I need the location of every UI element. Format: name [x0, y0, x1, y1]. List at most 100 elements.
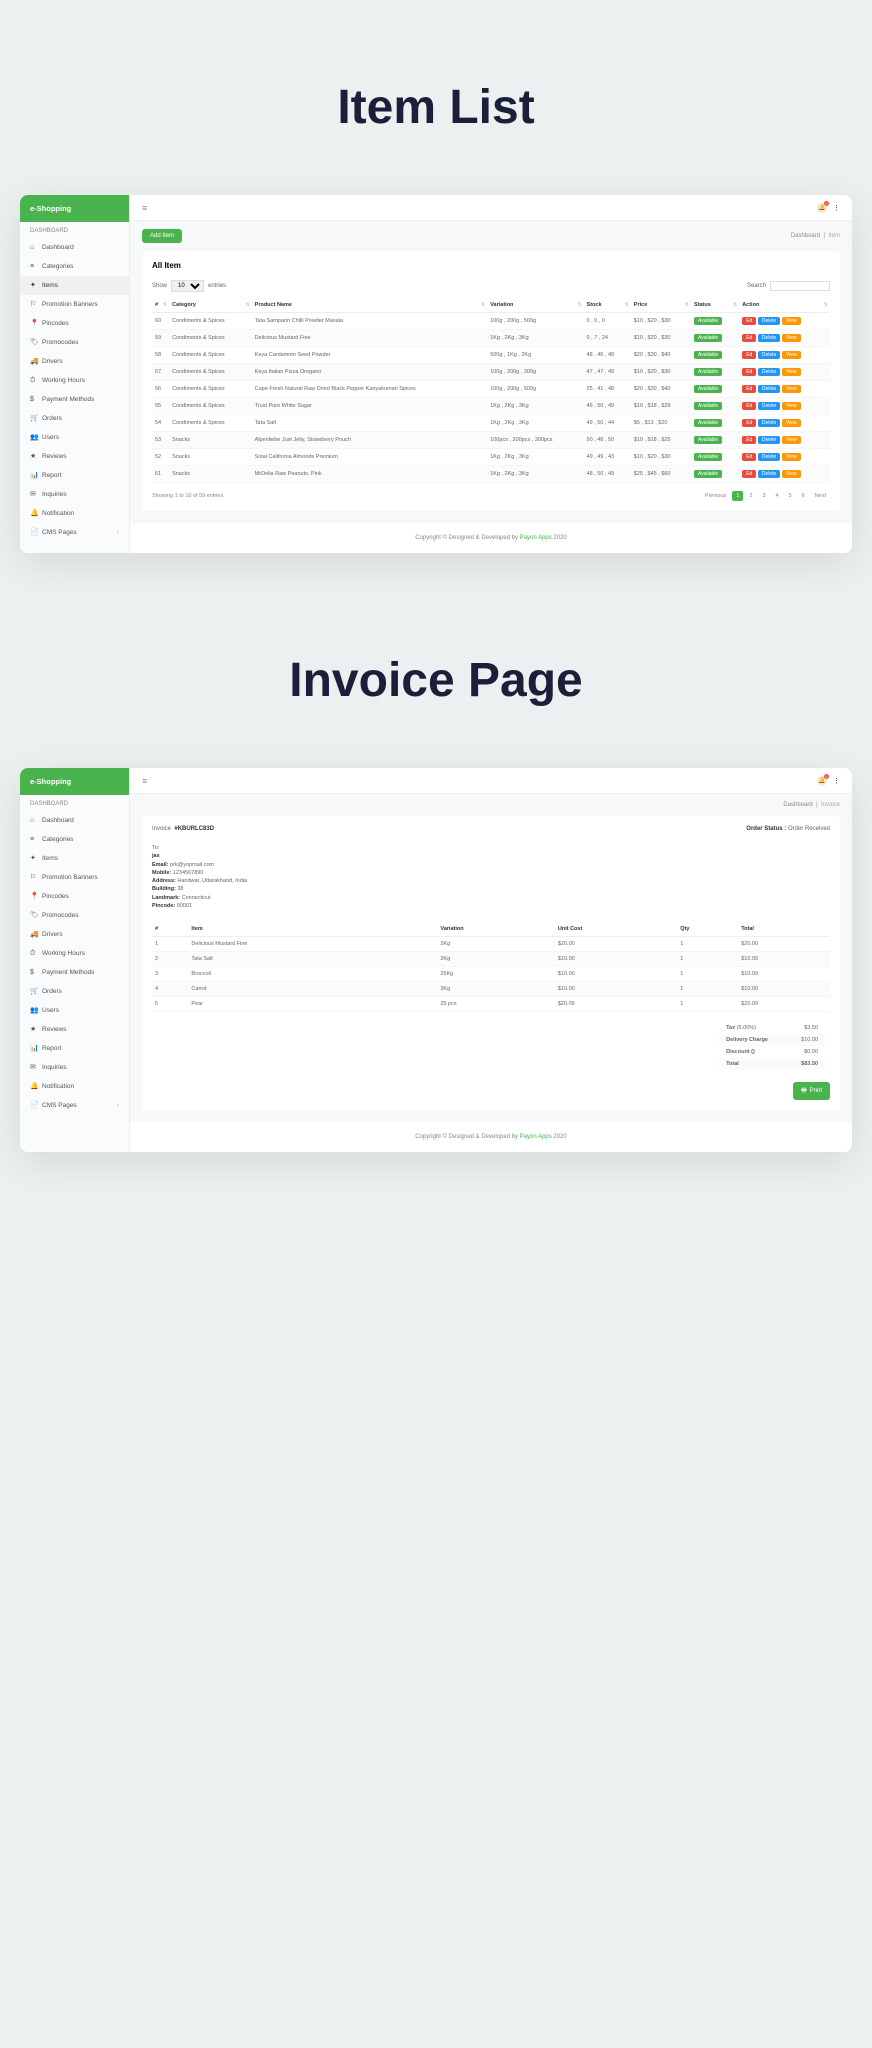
col-header[interactable]: Variation⇅: [487, 298, 583, 313]
page-button[interactable]: 4: [772, 491, 783, 501]
sidebar-item-promotion-banners[interactable]: ⚐Promotion Banners: [20, 295, 129, 314]
sidebar-item-payment-methods[interactable]: $Payment Methods: [20, 963, 129, 982]
page-button[interactable]: 6: [798, 491, 809, 501]
nav-label: Report: [42, 1045, 62, 1052]
col-header[interactable]: Stock⇅: [584, 298, 631, 313]
next-button[interactable]: Next: [811, 491, 830, 501]
sidebar-item-items[interactable]: ✦Items: [20, 276, 129, 295]
view-button[interactable]: View: [782, 385, 801, 393]
app-icon[interactable]: ⋮: [833, 777, 840, 785]
delete-button[interactable]: Delete: [758, 453, 780, 461]
delete-button[interactable]: Delete: [758, 317, 780, 325]
print-button[interactable]: 🖶Print: [793, 1082, 830, 1100]
sidebar-item-items[interactable]: ✦Items: [20, 849, 129, 868]
sidebar-item-notification[interactable]: 🔔Notification: [20, 1077, 129, 1096]
edit-button[interactable]: Ed: [742, 334, 756, 342]
sidebar-item-pincodes[interactable]: 📍Pincodes: [20, 887, 129, 906]
footer-link[interactable]: Payon Apps: [520, 535, 552, 541]
hamburger-icon[interactable]: ≡: [142, 203, 147, 213]
sidebar-item-notification[interactable]: 🔔Notification: [20, 504, 129, 523]
delete-button[interactable]: Delete: [758, 436, 780, 444]
col-header[interactable]: Category⇅: [169, 298, 252, 313]
invoice-number: #KBURLC83D: [174, 826, 214, 832]
sidebar-item-payment-methods[interactable]: $Payment Methods: [20, 390, 129, 409]
edit-button[interactable]: Ed: [742, 368, 756, 376]
sidebar-item-cms-pages[interactable]: 📄CMS Pages›: [20, 523, 129, 542]
sidebar-item-working-hours[interactable]: ⏱Working Hours: [20, 944, 129, 963]
col-header[interactable]: Action⇅: [739, 298, 830, 313]
delete-button[interactable]: Delete: [758, 351, 780, 359]
col-header[interactable]: Price⇅: [631, 298, 691, 313]
sidebar-item-drivers[interactable]: 🚚Drivers: [20, 352, 129, 371]
col-header: Item: [188, 922, 437, 937]
view-button[interactable]: View: [782, 419, 801, 427]
sidebar-item-reviews[interactable]: ★Reviews: [20, 447, 129, 466]
page-button[interactable]: 5: [785, 491, 796, 501]
nav-label: Promotion Banners: [42, 301, 98, 308]
col-header[interactable]: #⇅: [152, 298, 169, 313]
search-input[interactable]: [770, 281, 830, 291]
add-item-button[interactable]: Add Item: [142, 229, 182, 243]
panel-item-list: e-Shopping DASHBOARD ⌂Dashboard≡Categori…: [20, 195, 852, 553]
app-icon[interactable]: ⋮: [833, 204, 840, 212]
delete-button[interactable]: Delete: [758, 402, 780, 410]
sidebar-item-inquiries[interactable]: ✉Inquiries: [20, 1058, 129, 1077]
edit-button[interactable]: Ed: [742, 385, 756, 393]
sidebar-item-promocodes[interactable]: 🏷Promocodes: [20, 333, 129, 352]
edit-button[interactable]: Ed: [742, 419, 756, 427]
delete-button[interactable]: Delete: [758, 368, 780, 376]
edit-button[interactable]: Ed: [742, 351, 756, 359]
sidebar-item-users[interactable]: 👥Users: [20, 428, 129, 447]
edit-button[interactable]: Ed: [742, 470, 756, 478]
edit-button[interactable]: Ed: [742, 402, 756, 410]
sidebar-item-categories[interactable]: ≡Categories: [20, 830, 129, 849]
sidebar-item-report[interactable]: 📊Report: [20, 1039, 129, 1058]
sidebar-item-drivers[interactable]: 🚚Drivers: [20, 925, 129, 944]
view-button[interactable]: View: [782, 453, 801, 461]
view-button[interactable]: View: [782, 317, 801, 325]
sidebar-item-report[interactable]: 📊Report: [20, 466, 129, 485]
sidebar-item-categories[interactable]: ≡Categories: [20, 257, 129, 276]
sidebar-item-pincodes[interactable]: 📍Pincodes: [20, 314, 129, 333]
hamburger-icon[interactable]: ≡: [142, 776, 147, 786]
edit-button[interactable]: Ed: [742, 317, 756, 325]
col-header[interactable]: Status⇅: [691, 298, 739, 313]
status-badge: Available: [694, 453, 722, 461]
sidebar-section: DASHBOARD: [20, 795, 129, 811]
sidebar-item-dashboard[interactable]: ⌂Dashboard: [20, 811, 129, 830]
prev-button[interactable]: Previous: [701, 491, 730, 501]
sidebar-item-promotion-banners[interactable]: ⚐Promotion Banners: [20, 868, 129, 887]
delete-button[interactable]: Delete: [758, 419, 780, 427]
col-header[interactable]: Product Name⇅: [252, 298, 488, 313]
sidebar-item-reviews[interactable]: ★Reviews: [20, 1020, 129, 1039]
sidebar-item-working-hours[interactable]: ⏱Working Hours: [20, 371, 129, 390]
edit-button[interactable]: Ed: [742, 436, 756, 444]
view-button[interactable]: View: [782, 351, 801, 359]
delete-button[interactable]: Delete: [758, 470, 780, 478]
page-button[interactable]: 1: [732, 491, 743, 501]
view-button[interactable]: View: [782, 470, 801, 478]
view-button[interactable]: View: [782, 334, 801, 342]
nav-icon: ⏱: [30, 950, 37, 957]
view-button[interactable]: View: [782, 368, 801, 376]
delete-button[interactable]: Delete: [758, 385, 780, 393]
notification-icon[interactable]: 🔔2: [817, 203, 827, 213]
entries-select[interactable]: 10: [171, 280, 204, 292]
page-button[interactable]: 3: [758, 491, 769, 501]
sidebar-item-dashboard[interactable]: ⌂Dashboard: [20, 238, 129, 257]
sidebar-item-users[interactable]: 👥Users: [20, 1001, 129, 1020]
nav-icon: 🚚: [30, 931, 37, 938]
status-badge: Available: [694, 436, 722, 444]
sidebar-item-orders[interactable]: 🛒Orders: [20, 409, 129, 428]
footer-link[interactable]: Payon Apps: [520, 1134, 552, 1140]
sidebar-item-cms-pages[interactable]: 📄CMS Pages›: [20, 1096, 129, 1115]
sidebar-item-promocodes[interactable]: 🏷Promocodes: [20, 906, 129, 925]
delete-button[interactable]: Delete: [758, 334, 780, 342]
page-button[interactable]: 2: [745, 491, 756, 501]
view-button[interactable]: View: [782, 402, 801, 410]
edit-button[interactable]: Ed: [742, 453, 756, 461]
sidebar-item-orders[interactable]: 🛒Orders: [20, 982, 129, 1001]
view-button[interactable]: View: [782, 436, 801, 444]
sidebar-item-inquiries[interactable]: ✉Inquiries: [20, 485, 129, 504]
notification-icon[interactable]: 🔔2: [817, 776, 827, 786]
